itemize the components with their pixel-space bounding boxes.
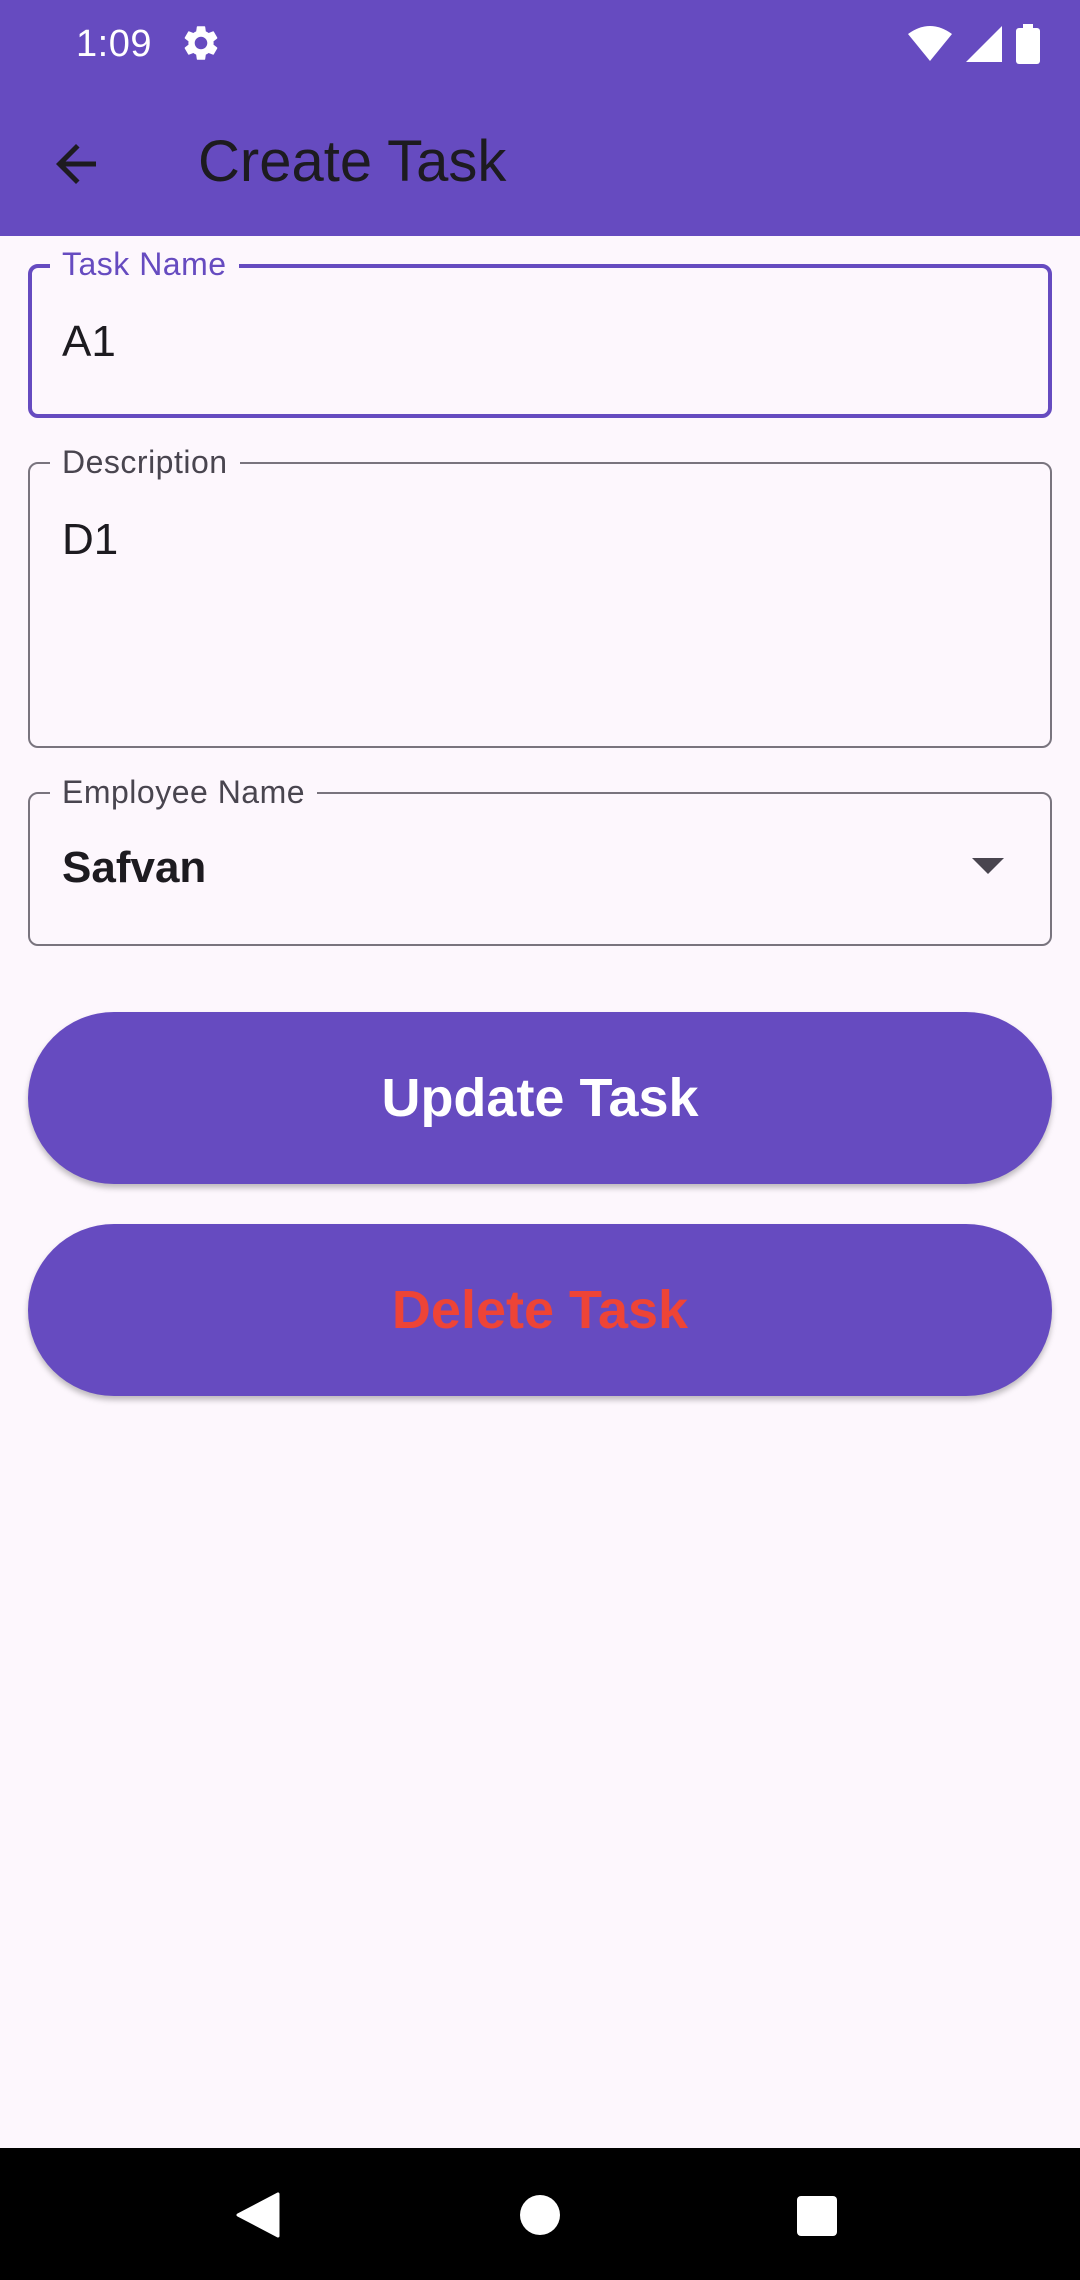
status-time: 1:09	[76, 23, 152, 65]
home-circle-icon[interactable]	[519, 2194, 561, 2236]
employee-name-label: Employee Name	[50, 772, 318, 812]
description-label: Description	[50, 442, 240, 482]
recents-square-icon[interactable]	[797, 2196, 837, 2236]
task-name-value: A1	[62, 317, 116, 366]
back-triangle-icon[interactable]	[236, 2192, 280, 2238]
employee-name-dropdown[interactable]: Employee Name Safvan	[28, 772, 1052, 946]
status-bar: 1:09	[0, 0, 1080, 88]
update-task-button[interactable]: Update Task	[28, 1012, 1052, 1184]
dropdown-arrow-icon[interactable]	[972, 858, 1004, 874]
wifi-icon	[908, 26, 952, 61]
description-value: D1	[62, 515, 119, 564]
delete-task-button[interactable]: Delete Task	[28, 1224, 1052, 1396]
navigation-bar	[0, 2148, 1080, 2280]
task-name-label: Task Name	[50, 244, 239, 284]
gear-icon	[184, 26, 218, 60]
app-bar: Create Task	[0, 88, 1080, 236]
signal-icon	[966, 26, 1002, 62]
description-field[interactable]: Description D1	[28, 442, 1052, 748]
employee-name-value: Safvan	[62, 843, 207, 892]
status-icons	[908, 20, 1040, 68]
task-name-field[interactable]: Task Name A1	[28, 244, 1052, 418]
page-title: Create Task	[198, 129, 507, 194]
battery-icon	[1016, 24, 1040, 64]
arrow-left-icon[interactable]	[46, 134, 106, 194]
